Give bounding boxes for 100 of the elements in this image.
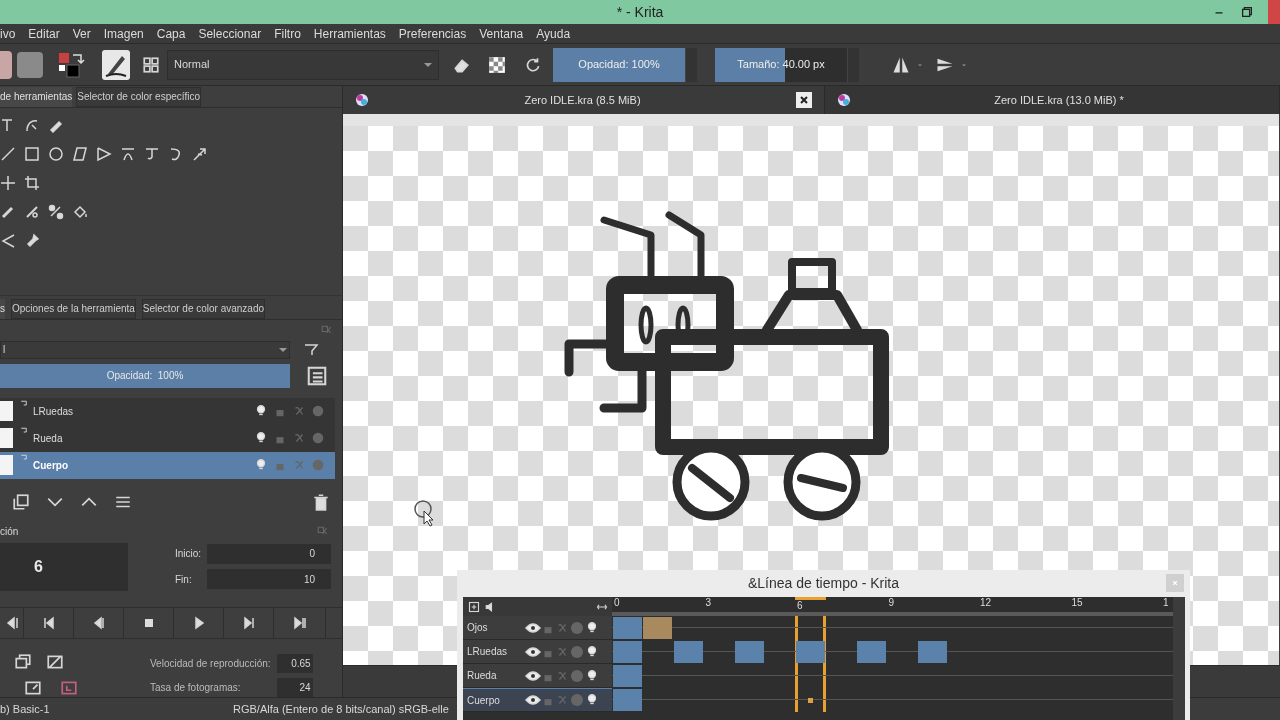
- keyframe[interactable]: [856, 641, 886, 663]
- move-icon[interactable]: [0, 174, 16, 191]
- frame-ruler-cell[interactable]: 9: [886, 597, 917, 616]
- add-layer-icon[interactable]: [468, 600, 480, 613]
- timeline-layer-row[interactable]: Rueda: [463, 664, 612, 688]
- docker-title: ción: [0, 524, 19, 539]
- multibrush-icon[interactable]: [192, 145, 208, 162]
- frame-ruler-cell[interactable]: 12: [978, 597, 1009, 616]
- frame-ruler-cell[interactable]: 3: [703, 597, 734, 616]
- pin-icon[interactable]: [24, 232, 40, 249]
- bulb-icon[interactable]: [585, 668, 599, 683]
- pattern-swatch[interactable]: [17, 51, 43, 78]
- curve-icon[interactable]: [144, 145, 160, 162]
- restore-icon[interactable]: [1240, 5, 1254, 19]
- brush-preset-icon[interactable]: [102, 49, 130, 80]
- timeline-layer-row[interactable]: Ojos: [463, 616, 612, 640]
- bulb-icon[interactable]: [585, 620, 599, 635]
- speed-field[interactable]: 0.65: [276, 653, 313, 673]
- menu-item[interactable]: Seleccionar: [198, 24, 262, 43]
- frame-ruler-cell[interactable]: 15: [1069, 597, 1100, 616]
- blend-mode-dropdown[interactable]: Normal: [167, 49, 439, 80]
- checkerboard-icon[interactable]: [569, 619, 585, 636]
- bulb-icon[interactable]: [254, 431, 268, 445]
- dock-tab[interactable]: Opciones de la herramienta: [11, 298, 136, 319]
- crop-icon[interactable]: [24, 174, 40, 191]
- frame-ruler-cell[interactable]: 6: [795, 597, 826, 616]
- perspective-icon[interactable]: [0, 232, 16, 249]
- bezier-icon[interactable]: [120, 145, 136, 162]
- slider-label: Opacidad: 100%: [578, 57, 660, 73]
- menu-item[interactable]: Ver: [72, 24, 91, 43]
- frame-in-icon[interactable]: [24, 679, 42, 697]
- rectangle-icon[interactable]: [24, 145, 40, 162]
- circle-icon[interactable]: [48, 145, 64, 162]
- keyframe[interactable]: [612, 665, 642, 687]
- dock-tab[interactable]: de herramientas: [0, 86, 73, 107]
- brush-swatch[interactable]: [0, 50, 12, 79]
- timeline-layer-row[interactable]: Cuerpo: [463, 688, 612, 712]
- menu-item[interactable]: Editar: [28, 24, 60, 43]
- menu-item[interactable]: Capa: [156, 24, 186, 43]
- keyframe[interactable]: [734, 641, 764, 663]
- bulb-icon[interactable]: [254, 404, 268, 418]
- dock-tab[interactable]: Selector de color avanzado: [141, 298, 266, 319]
- timeline-layer-row[interactable]: LRuedas: [463, 640, 612, 664]
- layer-row[interactable]: Rueda: [0, 424, 335, 452]
- menu-item[interactable]: Ventana: [479, 24, 524, 43]
- start-field[interactable]: 0: [207, 543, 332, 564]
- frame-ruler-cell[interactable]: 1: [1161, 597, 1173, 616]
- onion-skin-icon[interactable]: [14, 653, 32, 671]
- menu-item[interactable]: Ayuda: [536, 24, 571, 43]
- menu-item[interactable]: Filtro: [274, 24, 301, 43]
- smart-patch-icon[interactable]: [24, 203, 40, 220]
- menu-item[interactable]: Preferencias: [398, 24, 467, 43]
- frame-spinbox[interactable]: 6: [0, 543, 128, 592]
- fps-field[interactable]: 24: [276, 677, 313, 697]
- duplicate-layer-icon[interactable]: [12, 492, 30, 511]
- checkerboard-icon[interactable]: [488, 55, 506, 74]
- polygon-icon[interactable]: [72, 145, 88, 162]
- keyframe[interactable]: [612, 689, 642, 711]
- layer-row[interactable]: Cuerpo: [0, 451, 335, 479]
- line-icon[interactable]: [0, 145, 16, 162]
- dock-tab[interactable]: s: [0, 298, 5, 319]
- keyframe[interactable]: [917, 641, 947, 663]
- blend-mode-dropdown[interactable]: l: [0, 340, 290, 359]
- close-icon[interactable]: [796, 92, 812, 108]
- dock-tab[interactable]: Selector de color específico: [76, 86, 202, 107]
- menu-item[interactable]: Imagen: [103, 24, 144, 43]
- menu-item[interactable]: ivo: [0, 24, 16, 43]
- end-field[interactable]: 10: [207, 569, 332, 590]
- checkerboard-icon[interactable]: [311, 404, 325, 418]
- color-swatches-icon[interactable]: [57, 50, 87, 79]
- opacity-slider[interactable]: Opacidad: 100%: [553, 47, 685, 82]
- keyframe[interactable]: [612, 641, 642, 663]
- checkerboard-icon[interactable]: [569, 667, 585, 684]
- list-view-icon[interactable]: [306, 364, 328, 387]
- grid-icon[interactable]: [142, 55, 160, 74]
- fill-icon[interactable]: [72, 203, 88, 220]
- checkerboard-icon[interactable]: [311, 458, 325, 472]
- trash-icon[interactable]: [312, 492, 330, 511]
- layer-row[interactable]: LRuedas: [0, 397, 335, 425]
- assistant-icon[interactable]: [48, 203, 64, 220]
- polyline-icon[interactable]: [96, 145, 112, 162]
- document-tab[interactable]: Zero IDLE.kra (13.0 MiB) *: [825, 86, 1280, 114]
- eye-icon[interactable]: [525, 692, 541, 708]
- keyframe[interactable]: [673, 641, 703, 663]
- field-label: Fin:: [175, 572, 193, 587]
- no-image-icon[interactable]: [46, 653, 64, 671]
- timeline-scrollbar[interactable]: [1173, 597, 1185, 720]
- bulb-icon[interactable]: [585, 693, 599, 707]
- checkerboard-icon[interactable]: [569, 643, 585, 660]
- keyframe[interactable]: [643, 617, 673, 639]
- menu-item[interactable]: Herramientas: [313, 24, 386, 43]
- reload-icon[interactable]: [524, 55, 542, 74]
- frame-out-icon[interactable]: [60, 679, 78, 697]
- frame-ruler-cell[interactable]: 0: [612, 597, 643, 616]
- keyframe[interactable]: [612, 617, 642, 639]
- layer-opacity-slider[interactable]: Opacidad: 100%: [0, 363, 290, 388]
- bulb-icon[interactable]: [585, 644, 599, 659]
- window-title: * - Krita: [616, 2, 664, 22]
- checkerboard-icon[interactable]: [569, 692, 585, 708]
- checkerboard-icon[interactable]: [311, 431, 325, 445]
